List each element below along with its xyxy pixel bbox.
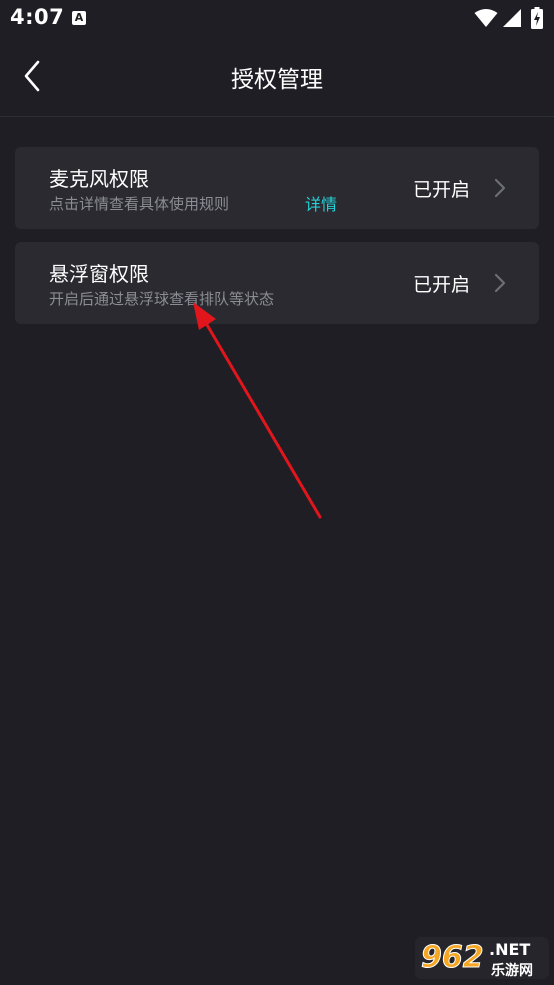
notification-icon: A — [72, 11, 86, 25]
wifi-icon — [474, 9, 498, 27]
permission-status: 已开启 — [413, 274, 471, 296]
watermark-suffix: .NET — [489, 940, 530, 959]
permission-description: 点击详情查看具体使用规则 — [49, 195, 230, 213]
permission-status: 已开启 — [413, 179, 471, 201]
permission-title: 悬浮窗权限 — [49, 262, 149, 286]
microphone-permission-item[interactable]: 麦克风权限 点击详情查看具体使用规则 详情 已开启 — [15, 147, 539, 229]
floating-window-permission-item[interactable]: 悬浮窗权限 开启后通过悬浮球查看排队等状态 已开启 — [15, 242, 539, 324]
battery-icon — [531, 7, 543, 29]
details-link[interactable]: 详情 — [305, 191, 337, 215]
permission-title: 麦克风权限 — [49, 167, 149, 191]
status-bar: 4:07 A — [0, 0, 554, 38]
navigation-header: 授权管理 — [0, 38, 554, 117]
watermark-number: 962 — [421, 940, 484, 975]
chevron-right-icon — [494, 273, 506, 293]
page-title: 授权管理 — [231, 67, 323, 93]
chevron-right-icon — [494, 178, 506, 198]
permission-description: 开启后通过悬浮球查看排队等状态 — [49, 290, 275, 308]
watermark-logo: 962 .NET 乐游网 — [415, 935, 549, 981]
status-time: 4:07 — [10, 5, 65, 29]
watermark-chinese: 乐游网 — [491, 962, 533, 979]
signal-icon — [503, 9, 521, 27]
